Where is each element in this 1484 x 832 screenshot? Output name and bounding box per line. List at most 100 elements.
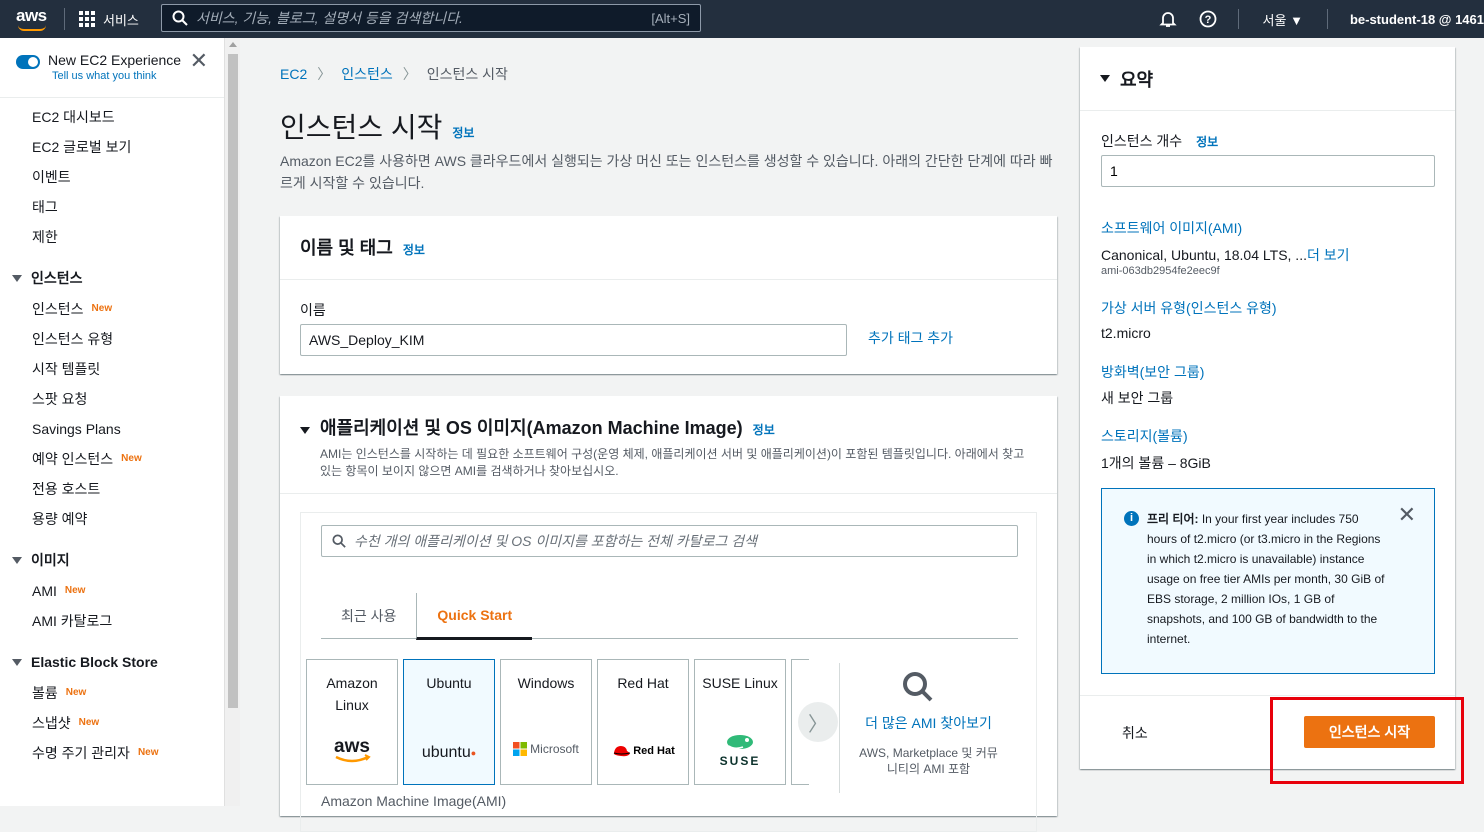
sidebar-item[interactable]: Savings Plans	[0, 414, 224, 444]
tab-quick-start[interactable]: Quick Start	[416, 593, 533, 640]
sidebar-item[interactable]: 용량 예약	[0, 504, 224, 534]
sidebar-item[interactable]: 스팟 요청	[0, 384, 224, 414]
sidebar-item[interactable]: EC2 대시보드	[0, 102, 224, 132]
info-link[interactable]: 정보	[1196, 135, 1218, 149]
sidebar-item[interactable]: 제한	[0, 222, 224, 252]
new-experience-toggle[interactable]	[16, 55, 40, 69]
highlight-box	[1270, 697, 1464, 784]
firewall-link[interactable]: 방화벽(보안 그룹)	[1101, 362, 1204, 382]
firewall-value: 새 보안 그룹	[1101, 390, 1174, 406]
ami-search-input[interactable]	[354, 533, 1007, 549]
ami-description: AMI는 인스턴스를 시작하는 데 필요한 소프트웨어 구성(운영 체제, 애플…	[320, 447, 1025, 478]
summary-header[interactable]: 요약	[1080, 47, 1455, 111]
sidebar-section-header[interactable]: 이미지	[0, 544, 224, 576]
nav-divider	[64, 8, 65, 30]
account-menu[interactable]: be-student-18 @ 1461	[1350, 12, 1484, 27]
panel-header: 애플리케이션 및 OS 이미지(Amazon Machine Image) 정보…	[280, 396, 1057, 494]
sidebar-item[interactable]: 태그	[0, 192, 224, 222]
ami-id: ami-063db2954fe2eec9f	[1101, 265, 1220, 277]
name-label: 이름	[300, 302, 326, 318]
sidebar-nav: EC2 대시보드 EC2 글로벌 보기 이벤트 태그 제한인스턴스 인스턴스 New 인스턴스…	[0, 98, 224, 768]
new-badge: New	[121, 453, 142, 464]
search-icon	[172, 10, 188, 26]
sidebar-item[interactable]: 예약 인스턴스 New	[0, 444, 224, 474]
chevron-right-icon[interactable]: 〉	[798, 702, 838, 742]
search-icon	[332, 534, 346, 548]
ami-tile-suse-linux[interactable]: SUSE Linux SUSE	[694, 659, 786, 785]
ami-panel-title[interactable]: 애플리케이션 및 OS 이미지(Amazon Machine Image) 정보	[300, 414, 1037, 440]
new-badge: New	[91, 303, 113, 314]
ami-tile-red-hat[interactable]: Red Hat Red Hat	[597, 659, 689, 785]
sidebar-item[interactable]: AMI New	[0, 576, 224, 606]
summary-panel: 요약 인스턴스 개수 정보 소프트웨어 이미지(AMI) Canonical, …	[1080, 47, 1455, 769]
browse-more-amis[interactable]: 더 많은 AMI 찾아보기 AWS, Marketplace 및 커뮤니티의 A…	[839, 663, 1017, 793]
browse-more-link[interactable]: 더 많은 AMI 찾아보기	[840, 713, 1017, 733]
close-icon[interactable]: ✕	[1398, 504, 1416, 526]
ami-tile-ubuntu[interactable]: Ubuntu ubuntu ●	[403, 659, 495, 785]
breadcrumb: EC2 〉 인스턴스 〉 인스턴스 시작	[280, 64, 508, 84]
sidebar-item[interactable]: 이벤트	[0, 162, 224, 192]
bell-icon[interactable]	[1148, 10, 1188, 28]
close-icon[interactable]: ✕	[190, 50, 208, 72]
sidebar: New EC2 Experience Tell us what you thin…	[0, 38, 224, 806]
info-link[interactable]: 정보	[753, 421, 775, 438]
page-title: 인스턴스 시작 정보	[280, 112, 475, 143]
sidebar-scrollbar[interactable]	[224, 38, 240, 806]
name-input[interactable]	[300, 324, 847, 356]
ami-tabs: 최근 사용 Quick Start	[321, 593, 1018, 640]
ami-tile-amazon-linux[interactable]: Amazon Linux aws	[306, 659, 398, 785]
name-tags-panel: 이름 및 태그 정보 이름 추가 태그 추가	[280, 216, 1057, 374]
breadcrumb-instances[interactable]: 인스턴스	[341, 64, 393, 84]
sidebar-item[interactable]: 전용 호스트	[0, 474, 224, 504]
ami-summary-link[interactable]: 소프트웨어 이미지(AMI)	[1101, 218, 1242, 238]
sidebar-section-header[interactable]: 인스턴스	[0, 262, 224, 294]
info-link[interactable]: 정보	[403, 241, 425, 258]
region-selector[interactable]: 서울 ▼	[1263, 10, 1303, 29]
global-search[interactable]: [Alt+S]	[161, 4, 701, 32]
search-icon	[903, 672, 933, 702]
aws-smile-icon	[18, 25, 46, 31]
show-more-link[interactable]: 더 보기	[1307, 247, 1350, 263]
sidebar-item[interactable]: 인스턴스 New	[0, 294, 224, 324]
sidebar-item[interactable]: 스냅샷 New	[0, 708, 224, 738]
services-menu-button[interactable]: 서비스	[79, 10, 139, 29]
free-tier-alert: i ✕ 프리 티어: In your first year includes 7…	[1101, 488, 1435, 674]
browse-more-subtitle: AWS, Marketplace 및 커뮤니티의 AMI 포함	[859, 746, 998, 776]
new-badge: New	[65, 687, 87, 698]
ami-panel: 애플리케이션 및 OS 이미지(Amazon Machine Image) 정보…	[280, 396, 1057, 832]
sidebar-item[interactable]: EC2 글로벌 보기	[0, 132, 224, 162]
instance-type-link[interactable]: 가상 서버 유형(인스턴스 유형)	[1101, 298, 1277, 318]
caret-down-icon	[1100, 75, 1110, 82]
info-icon: i	[1124, 511, 1139, 526]
feedback-link[interactable]: Tell us what you think	[52, 70, 190, 82]
chevron-right-icon: 〉	[402, 66, 417, 82]
sidebar-item[interactable]: AMI 카탈로그	[0, 606, 224, 636]
chevron-right-icon: 〉	[317, 66, 332, 82]
new-badge: New	[78, 717, 100, 728]
svg-text:aws: aws	[334, 736, 370, 757]
sidebar-item[interactable]: 수명 주기 관리자 New	[0, 738, 224, 768]
sidebar-item[interactable]: 시작 템플릿	[0, 354, 224, 384]
aws-logo: aws	[307, 736, 397, 766]
microsoft-logo: Microsoft	[501, 738, 591, 760]
suse-logo: SUSE	[695, 732, 785, 772]
caret-down-icon	[12, 274, 22, 282]
cancel-button[interactable]: 취소	[1122, 723, 1148, 743]
info-link[interactable]: 정보	[452, 124, 474, 141]
storage-link[interactable]: 스토리지(볼륨)	[1101, 426, 1188, 446]
sidebar-section-header[interactable]: Elastic Block Store	[0, 646, 224, 678]
caret-down-icon	[12, 658, 22, 666]
storage-value: 1개의 볼륨 – 8GiB	[1101, 455, 1211, 471]
aws-logo[interactable]: aws	[16, 7, 50, 31]
ami-tile-windows[interactable]: Windows Microsoft	[500, 659, 592, 785]
global-search-input[interactable]	[196, 10, 652, 26]
breadcrumb-ec2[interactable]: EC2	[280, 66, 307, 82]
sidebar-item[interactable]: 인스턴스 유형	[0, 324, 224, 354]
add-tag-link[interactable]: 추가 태그 추가	[868, 328, 953, 348]
ami-search[interactable]	[321, 525, 1018, 557]
tab-recent[interactable]: 최근 사용	[321, 593, 416, 639]
sidebar-item[interactable]: 볼륨 New	[0, 678, 224, 708]
help-icon[interactable]: ?	[1188, 10, 1228, 28]
main-content: EC2 〉 인스턴스 〉 인스턴스 시작 인스턴스 시작 정보 Amazon E…	[240, 38, 1084, 832]
instance-count-input[interactable]	[1101, 155, 1435, 187]
